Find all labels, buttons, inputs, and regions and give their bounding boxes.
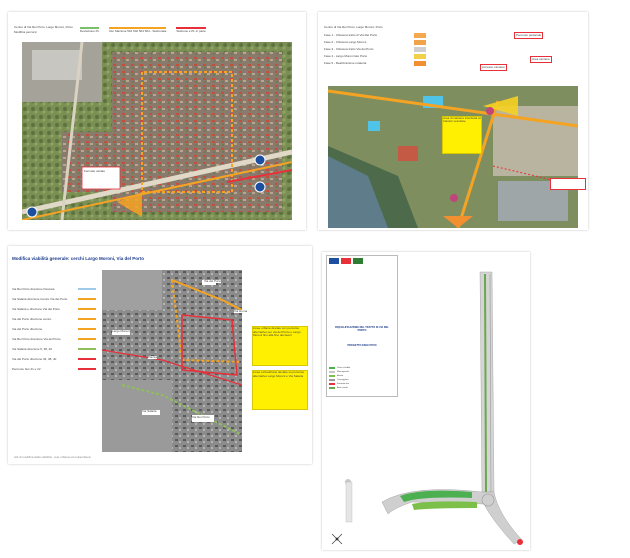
page3-legend-label: Via Salaria direzione Centro Via del Por… <box>12 297 68 301</box>
page3-legend-row: Via Salaria direzione 5, 38, 40 <box>12 344 100 354</box>
phase-swatch <box>414 61 426 66</box>
phase-label: Fase 5 - Realizzazione rotatoria <box>324 61 367 65</box>
page3-legend-swatch <box>78 348 96 350</box>
page4-road-plan <box>331 271 523 545</box>
map-label: Via del Porto <box>204 279 222 283</box>
document-page-3[interactable]: Modifica viabilità generale: cerchi Larg… <box>8 246 312 464</box>
map-label: Via Rei Porto <box>192 415 210 419</box>
page3-legend-swatch <box>78 288 96 290</box>
page3-legend-swatch <box>78 368 96 370</box>
page3-yellow-note-1: Linee urbane deviate con percorso altern… <box>252 326 308 366</box>
page3-legend-label: Via del Porto direzione centro <box>12 317 52 321</box>
north-arrow-icon <box>331 533 343 545</box>
page2-yellow-note: Area di cantiere interdetta al transito … <box>442 116 482 154</box>
phase-row: Fase 1 - Chiusura tratto di Via Rei Port… <box>324 32 426 39</box>
page3-legend-label: Via del Porto direzione <box>12 327 43 331</box>
page2-header: Centro di Via Rei Porto, Largo Moroni, P… <box>324 25 383 29</box>
page3-legend-row: Via del Porto direzione centro <box>12 314 100 324</box>
page1-legend-item: Rei Stazione 501 502 503 504 - Stazional… <box>109 27 167 33</box>
phase-row: Fase 4 - Largo Moroni lato Porto <box>324 53 426 60</box>
phase-row: Fase 5 - Realizzazione rotatoria <box>324 60 426 67</box>
page2-callout: Accesso cantiere <box>480 64 507 71</box>
page3-legend-swatch <box>78 358 96 360</box>
phase-swatch <box>414 47 426 52</box>
page3-legend-swatch <box>78 298 96 300</box>
phase-label: Fase 2 - Chiusura Largo Moroni <box>324 40 367 44</box>
page3-legend-row: Via Salaria e direzione Via del Porto <box>12 304 100 314</box>
phase-swatch <box>414 40 426 45</box>
phase-row: Fase 3 - Chiusura tratto Via del Porto <box>324 46 426 53</box>
page2-callout: Percorso pedonale <box>514 32 544 39</box>
page3-legend-swatch <box>78 338 96 340</box>
page3-legend-label: Via Salaria direzione 5, 38, 40 <box>12 347 52 351</box>
document-page-2[interactable]: Centro di Via Rei Porto, Largo Moroni, P… <box>318 12 588 230</box>
page3-title: Modifica viabilità generale: cerchi Larg… <box>12 256 144 261</box>
page3-legend-row: Via del Porto direzione 36, 38, 40 <box>12 354 100 364</box>
page3-legend-row: Via Rei Porto direzione Pescara <box>12 284 100 294</box>
page3-legend-label: Via del Porto direzione 36, 38, 40 <box>12 357 57 361</box>
phase-label: Fase 1 - Chiusura tratto di Via Rei Port… <box>324 33 378 37</box>
map-label: Via Roma <box>234 309 248 313</box>
page3-footer: Atti di modifica della viabilità - rete … <box>14 455 91 459</box>
page1-legend: Deviazione PL Rei Stazione 501 502 503 5… <box>80 27 206 33</box>
page2-side-note <box>550 178 586 190</box>
page3-legend-label: Via Salaria e direzione Via del Porto <box>12 307 60 311</box>
document-page-1[interactable]: Centro di Via Rei Porto, Largo Moroni, P… <box>8 12 306 230</box>
page1-header: Centro di Via Rei Porto, Largo Moroni, P… <box>14 26 73 34</box>
page3-legend: Via Rei Porto direzione Pescara Via Sala… <box>12 284 100 374</box>
page3-legend-row: Via Salaria direzione Centro Via del Por… <box>12 294 100 304</box>
document-page-4[interactable]: RIQUALIFICAZIONE DEL TRATTO DI VIA DEL P… <box>322 252 530 550</box>
page3-legend-swatch <box>78 328 96 330</box>
page3-legend-swatch <box>78 308 96 310</box>
phase-row: Fase 2 - Chiusura Largo Moroni <box>324 39 426 46</box>
page3-legend-label: Via Rei Porto direzione Via del Porto <box>12 337 61 341</box>
map-label: Largo Moroni <box>112 329 130 333</box>
page1-header-line-2: Modifica percorsi <box>14 30 37 34</box>
page3-legend-row: Via del Porto direzione <box>12 324 100 334</box>
map-label: Piazza <box>148 355 158 359</box>
page2-phase-list: Fase 1 - Chiusura tratto di Via Rei Port… <box>324 32 426 67</box>
page3-legend-label: Via Rei Porto direzione Pescara <box>12 287 55 291</box>
page3-yellow-note-2: Linee extraurbane deviate su percorso al… <box>252 370 308 410</box>
map-label: Via Salaria <box>142 409 157 413</box>
page1-legend-item: Stazione e PL in parte <box>176 27 206 33</box>
phase-swatch <box>414 33 426 38</box>
page1-legend-item: Deviazione PL <box>80 27 100 33</box>
phase-label: Fase 3 - Chiusura tratto Via del Porto <box>324 47 374 51</box>
page3-grayscale-map <box>102 270 242 452</box>
page3-legend-swatch <box>78 318 96 320</box>
page2-callout: Area cantiere <box>530 56 552 63</box>
page1-callout: Fermate variate <box>84 169 106 173</box>
page3-legend-row: Percorso bus 21 e 22 <box>12 364 100 374</box>
page3-legend-row: Via Rei Porto direzione Via del Porto <box>12 334 100 344</box>
page3-legend-label: Percorso bus 21 e 22 <box>12 367 41 371</box>
page2-site-map <box>328 86 578 228</box>
page1-header-line-1: Centro di Via Rei Porto, Largo Moroni, P… <box>14 25 73 29</box>
phase-label: Fase 4 - Largo Moroni lato Porto <box>324 54 368 58</box>
page1-aerial-map <box>22 42 292 220</box>
phase-swatch <box>414 54 426 59</box>
